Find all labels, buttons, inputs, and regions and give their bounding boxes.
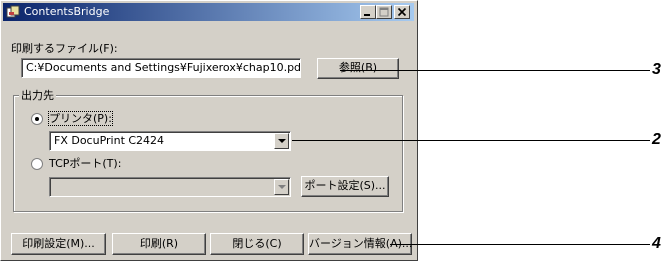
browse-button-label: 参照(B)	[338, 61, 378, 74]
callout-line-printer	[292, 140, 650, 141]
printer-dropdown-button[interactable]	[274, 133, 289, 149]
maximize-icon	[379, 7, 389, 17]
window-title: ContentsBridge	[24, 5, 110, 18]
file-path-input[interactable]: C:¥Documents and Settings¥Fujixerox¥chap…	[21, 58, 301, 78]
browse-button[interactable]: 参照(B)	[317, 58, 399, 79]
close-button-label: 閉じる(C)	[232, 237, 282, 250]
minimize-button[interactable]	[360, 5, 376, 19]
callout-line-browse	[340, 70, 650, 71]
printer-dropdown-value: FX DocuPrint C2424	[54, 134, 165, 147]
output-group-label: 出力先	[19, 89, 56, 102]
print-settings-button-label: 印刷設定(M)...	[22, 237, 95, 250]
minimize-icon	[364, 14, 370, 16]
close-icon	[397, 7, 407, 17]
chevron-down-icon	[278, 139, 286, 143]
close-button[interactable]: 閉じる(C)	[210, 233, 304, 255]
callout-number-browse: 3	[652, 61, 661, 78]
print-button[interactable]: 印刷(R)	[112, 233, 206, 255]
maximize-button[interactable]	[376, 5, 392, 19]
contentsbridge-window: ContentsBridge 印刷するファイル(F): C:¥Documents…	[0, 0, 418, 261]
port-settings-button-label: ポート設定(S)...	[304, 179, 386, 192]
tcp-port-dropdown-button	[274, 179, 289, 195]
document-figure: ContentsBridge 印刷するファイル(F): C:¥Documents…	[0, 0, 672, 265]
print-settings-button[interactable]: 印刷設定(M)...	[11, 233, 106, 255]
printer-radio[interactable]	[31, 113, 43, 125]
tcp-port-radio[interactable]	[31, 158, 43, 170]
tcp-port-dropdown	[49, 177, 291, 197]
callout-number-version: 4	[652, 235, 661, 252]
close-window-button[interactable]	[394, 5, 410, 19]
tcp-port-label: TCPポート(T):	[49, 157, 122, 170]
printer-dropdown[interactable]: FX DocuPrint C2424	[49, 131, 291, 151]
port-settings-button[interactable]: ポート設定(S)...	[301, 176, 389, 197]
callout-line-version	[390, 244, 650, 245]
print-button-label: 印刷(R)	[139, 237, 179, 250]
title-bar[interactable]: ContentsBridge	[3, 3, 414, 21]
file-label: 印刷するファイル(F):	[11, 42, 118, 55]
callout-number-printer: 2	[652, 131, 661, 148]
printer-radio-label[interactable]: プリンタ(P):	[48, 111, 113, 126]
app-icon	[6, 5, 20, 18]
chevron-down-icon	[278, 185, 286, 189]
